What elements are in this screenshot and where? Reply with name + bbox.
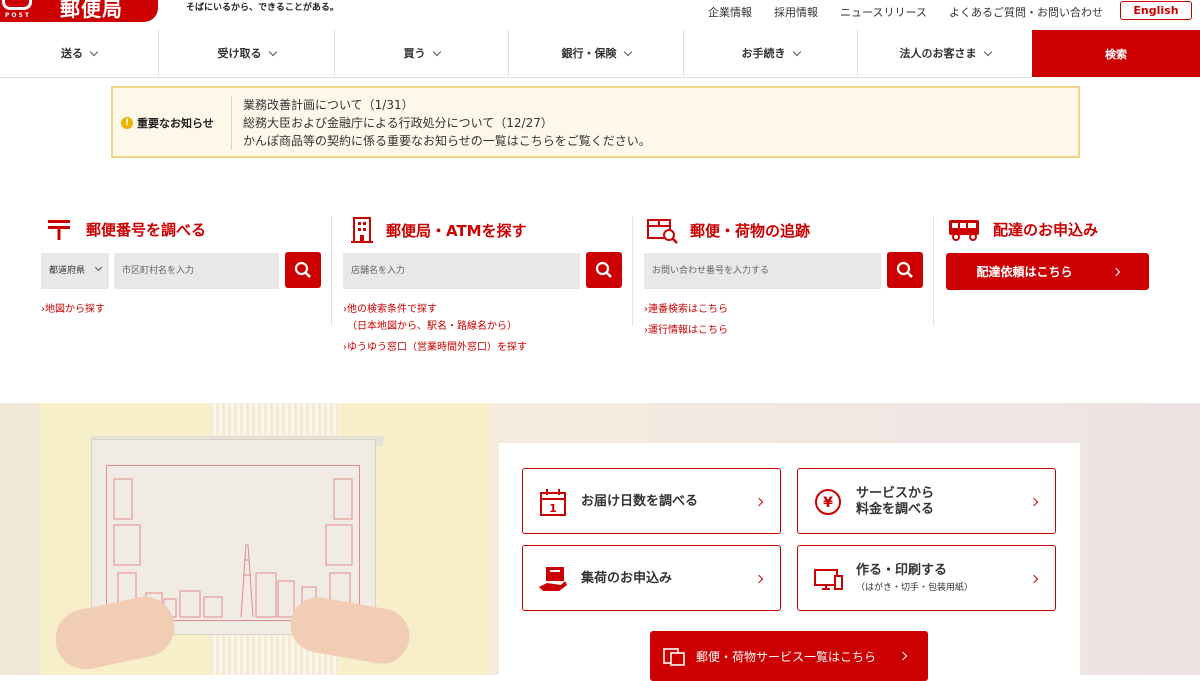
notice-label-wrap: ! 重要なお知らせ [121, 115, 214, 131]
post-mark-icon [2, 0, 32, 10]
nav-label: お手続き [741, 47, 786, 60]
important-notice: ! 重要なお知らせ 業務改善計画について（1/31） 総務大臣および金融庁による… [111, 86, 1080, 158]
chevron-down-icon [94, 263, 103, 272]
package-search-icon [647, 219, 678, 244]
yen-icon: ¥ [815, 489, 841, 515]
truck-icon [949, 220, 979, 241]
notice-link-2[interactable]: 総務大臣および金融庁による行政処分について（12/27） [243, 114, 553, 131]
card-label: 集荷のお申込み [581, 571, 673, 586]
tracking-number-input[interactable]: お問い合わせ番号を入力する [644, 253, 881, 289]
svg-text:1: 1 [549, 502, 557, 515]
chevron-right-icon [1029, 497, 1039, 507]
find-office-title: 郵便局・ATMを探す [386, 221, 527, 240]
link-other-conditions-note: （日本地図から、駅名・路線名から） [347, 321, 517, 332]
nav-bank-insurance[interactable]: 銀行・保険 [509, 30, 683, 76]
japan-post-logo[interactable]: POST 郵便局 [0, 0, 158, 22]
link-map-search[interactable]: ›地図から探す [41, 300, 105, 315]
price-by-service-card[interactable]: ¥ サービスから 料金を調べる [797, 468, 1056, 534]
print-icon [814, 569, 843, 590]
city-input[interactable]: 市区町村名を入力 [114, 253, 279, 289]
exclamation-icon: ! [121, 117, 133, 129]
nav-business[interactable]: 法人のお客さま [858, 30, 1032, 76]
notice-label: 重要なお知らせ [137, 117, 214, 130]
logo-name: 郵便局 [60, 0, 123, 21]
card-label: お届け日数を調べる [581, 494, 699, 509]
nav-label: 送る [61, 47, 83, 60]
prefecture-select[interactable]: 都道府県 [41, 253, 109, 289]
card-label: サービスから [856, 486, 935, 501]
link-other-conditions[interactable]: ›他の検索条件で探す [343, 300, 437, 315]
english-button[interactable]: English [1120, 1, 1192, 20]
notice-link-1[interactable]: 業務改善計画について（1/31） [243, 96, 414, 113]
delivery-days-card[interactable]: 1 お届け日数を調べる [522, 468, 781, 534]
link-careers[interactable]: 採用情報 [774, 4, 818, 20]
search-icon [595, 261, 612, 278]
nav-label: 銀行・保険 [561, 47, 617, 60]
chevron-down-icon [623, 47, 632, 56]
link-label: 地図から探す [45, 304, 105, 315]
office-search-button[interactable] [586, 252, 622, 288]
create-print-card[interactable]: 作る・印刷する （はがき・切手・包装用紙） [797, 545, 1056, 611]
postal-code-heading: 郵便番号を調べる [44, 216, 206, 242]
chevron-down-icon [792, 47, 801, 56]
chevron-right-icon [754, 497, 764, 507]
pickup-icon [539, 567, 567, 591]
link-label: 運行情報はこちら [648, 325, 728, 336]
nav-label: 買う [403, 47, 426, 60]
nav-label: 受け取る [217, 47, 262, 60]
nav-buy[interactable]: 買う [335, 30, 508, 76]
delivery-title: 配達のお申込み [993, 220, 1099, 239]
link-label: 他の検索条件で探す [347, 304, 437, 315]
pickup-request-card[interactable]: 集荷のお申込み [522, 545, 781, 611]
nav-procedures[interactable]: お手続き [684, 30, 857, 76]
nav-send[interactable]: 送る [0, 30, 158, 76]
link-serial-search[interactable]: ›連番検索はこちら [644, 300, 728, 315]
chevron-right-icon [898, 651, 908, 661]
postal-search-button[interactable] [285, 252, 321, 288]
card-sublabel: （はがき・切手・包装用紙） [856, 583, 974, 593]
chevron-right-icon [1111, 267, 1120, 276]
building-icon [351, 217, 373, 243]
svg-text:¥: ¥ [823, 495, 833, 511]
card-label: 作る・印刷する [856, 563, 948, 578]
nav-label: 法人のお客さま [899, 47, 977, 60]
nav-receive[interactable]: 受け取る [159, 30, 334, 76]
all-services-button[interactable]: 郵便・荷物サービス一覧はこちら [650, 631, 928, 681]
calendar-icon: 1 [540, 489, 566, 516]
link-operation-info[interactable]: ›運行情報はこちら [644, 321, 728, 336]
office-name-input[interactable]: 店舗名を入力 [343, 253, 580, 289]
global-nav: 送る 受け取る 買う 銀行・保険 お手続き 法人のお客さま 検索 [0, 30, 1200, 78]
postal-mark-icon [48, 220, 70, 240]
chevron-right-icon [754, 574, 764, 584]
chevron-down-icon [983, 47, 992, 56]
search-icon [896, 261, 913, 278]
delivery-heading: 配達のお申込み [947, 216, 1098, 242]
package-icon [663, 648, 685, 666]
card-label-2: 料金を調べる [856, 502, 935, 517]
chevron-right-icon [1029, 574, 1039, 584]
link-label: ゆうゆう窓口（営業時間外窓口）を探す [347, 342, 527, 353]
tagline: そばにいるから、できることがある。 [186, 3, 339, 13]
link-yuyu-window[interactable]: ›ゆうゆう窓口（営業時間外窓口）を探す [343, 338, 527, 353]
tracking-title: 郵便・荷物の追跡 [690, 221, 811, 240]
postal-code-title: 郵便番号を調べる [86, 220, 207, 239]
tracking-heading: 郵便・荷物の追跡 [646, 216, 810, 244]
chevron-down-icon [268, 47, 277, 56]
link-faq[interactable]: よくあるご質問・お問い合わせ [949, 4, 1103, 20]
notice-link-3[interactable]: かんぽ商品等の契約に係る重要なお知らせの一覧はこちらをご覧ください。 [243, 132, 651, 149]
chevron-down-icon [432, 47, 441, 56]
link-news[interactable]: ニュースリリース [840, 4, 927, 20]
button-label: 配達依頼はこちら [976, 265, 1073, 279]
tracking-search-button[interactable] [887, 252, 923, 288]
chevron-down-icon [89, 47, 99, 56]
delivery-request-button[interactable]: 配達依頼はこちら [946, 253, 1149, 290]
nav-search-button[interactable]: 検索 [1032, 30, 1200, 77]
logo-sub: POST [5, 12, 31, 19]
prefecture-value: 都道府県 [49, 266, 86, 276]
button-label: 郵便・荷物サービス一覧はこちら [696, 649, 877, 664]
link-label: 連番検索はこちら [648, 304, 728, 315]
search-icon [294, 261, 311, 278]
find-office-heading: 郵便局・ATMを探す [350, 216, 527, 244]
link-corporate[interactable]: 企業情報 [708, 4, 752, 20]
